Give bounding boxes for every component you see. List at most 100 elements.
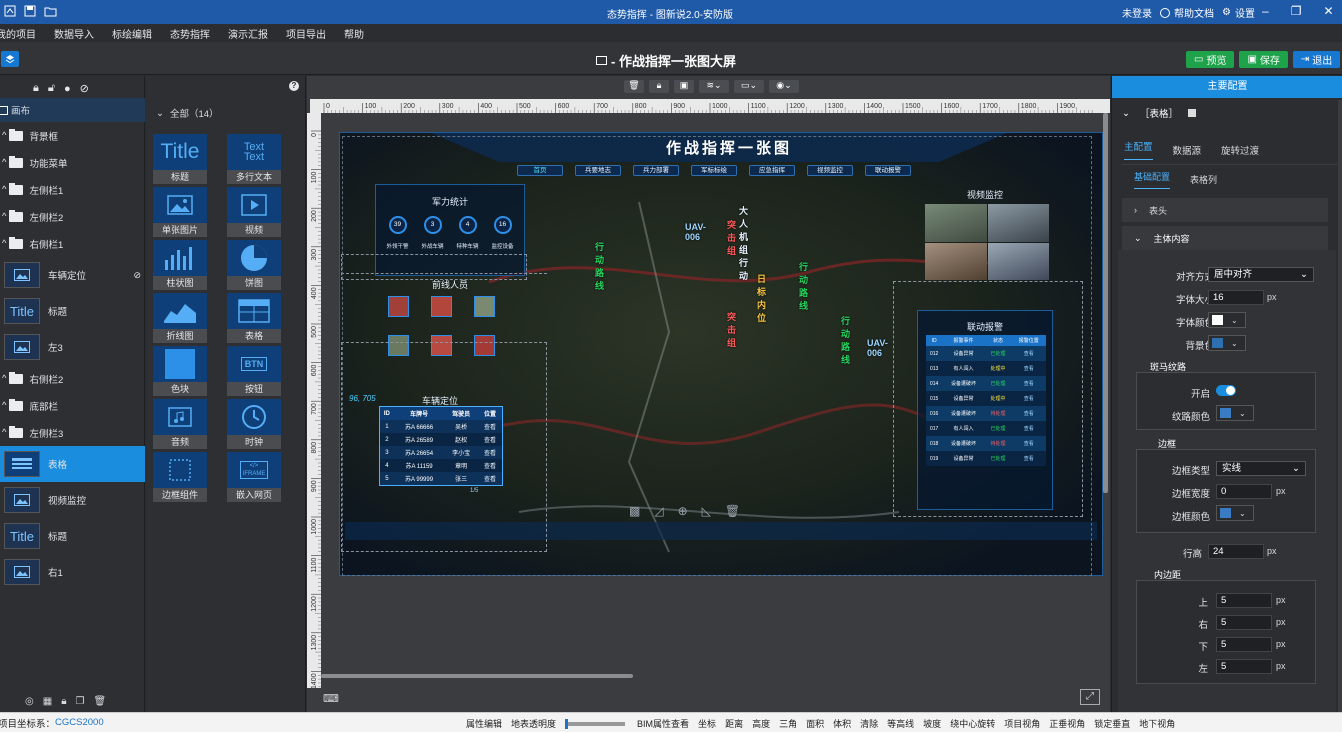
component-audio[interactable]: 音频 — [153, 399, 207, 449]
help-icon[interactable]: ? — [289, 81, 299, 91]
exit-button[interactable]: ⇥ 退出 — [1292, 51, 1341, 68]
padding-left-input[interactable]: 5 — [1216, 659, 1272, 674]
component-border[interactable]: 边框组件 — [153, 452, 207, 502]
tab-basic[interactable]: 基础配置 — [1134, 170, 1171, 189]
preview-button[interactable]: ▭ 预览 — [1186, 51, 1235, 68]
grid-add-icon[interactable]: ▦ — [43, 696, 52, 707]
border-type-select[interactable]: 实线 ⌄ — [1216, 461, 1306, 476]
tree-folder-menu[interactable]: ^ 功能菜单 — [0, 149, 145, 176]
layer-tool-icon[interactable]: ≋⌄ — [699, 80, 729, 93]
status-tool[interactable]: 三角 — [779, 717, 797, 730]
tree-folder-left1[interactable]: ^ 左侧栏1 — [0, 176, 145, 203]
save-icon[interactable] — [24, 5, 36, 17]
layer-table-selected[interactable]: 表格 — [0, 446, 145, 482]
border-color-picker[interactable]: ⌄ — [1216, 505, 1254, 521]
delete-tool-icon[interactable]: 🗑︎ — [624, 80, 644, 93]
menu-presentation[interactable]: 演示汇报 — [228, 26, 268, 41]
component-clock[interactable]: 时钟 — [227, 399, 281, 449]
layer-right1[interactable]: 右1 — [0, 554, 145, 590]
tree-folder-bottom[interactable]: ^ 底部栏 — [0, 392, 145, 419]
login-link[interactable]: 未登录 — [1122, 5, 1152, 20]
fit-screen-icon[interactable]: ⤢ — [1080, 689, 1100, 705]
menu-situation[interactable]: 态势指挥 — [170, 26, 210, 41]
close-button[interactable]: ✕ — [1323, 4, 1333, 18]
view-tool-icon[interactable]: ◉⌄ — [769, 80, 799, 93]
status-tool[interactable]: 属性编辑 — [466, 717, 502, 730]
tab-datasource[interactable]: 数据源 — [1173, 143, 1202, 157]
transparency-slider[interactable] — [565, 718, 626, 729]
component-image[interactable]: 单张图片 — [153, 187, 207, 237]
layers-icon[interactable] — [1, 51, 19, 67]
group-header[interactable]: › 表头 — [1122, 198, 1328, 222]
status-tool[interactable]: 项目视角 — [1004, 717, 1040, 730]
status-tool[interactable]: 坡度 — [923, 717, 941, 730]
status-tool[interactable]: 体积 — [833, 717, 851, 730]
panel-scrollbar[interactable] — [1338, 100, 1342, 712]
tree-root-canvas[interactable]: 画布 — [0, 98, 145, 122]
layer-left3[interactable]: 左3 — [0, 329, 145, 365]
component-iframe[interactable]: </> IFRAME 嵌入网页 — [227, 452, 281, 502]
status-tool[interactable]: 绕中心旋转 — [950, 717, 995, 730]
status-tool[interactable]: 等高线 — [887, 717, 914, 730]
padding-bottom-input[interactable]: 5 — [1216, 637, 1272, 652]
status-tool[interactable]: 距离 — [725, 717, 743, 730]
layer-video[interactable]: 视频监控 — [0, 482, 145, 518]
component-table[interactable]: 表格 — [227, 293, 281, 343]
status-tool[interactable]: 面积 — [806, 717, 824, 730]
component-filter[interactable]: ⌄ 全部（14） — [156, 106, 219, 121]
layer-vehicle[interactable]: 车辆定位 ⊘ — [0, 257, 145, 293]
component-pie-chart[interactable]: 饼图 — [227, 240, 281, 290]
status-tool[interactable]: 地下视角 — [1139, 717, 1175, 730]
component-text[interactable]: Text Text 多行文本 — [227, 134, 281, 184]
status-tool[interactable]: 清除 — [860, 717, 878, 730]
font-color-picker[interactable]: ⌄ — [1208, 312, 1246, 328]
trash-icon[interactable]: 🗑︎ — [93, 696, 106, 707]
font-size-input[interactable]: 16 — [1208, 290, 1264, 305]
status-tool[interactable]: 锁定垂直 — [1094, 717, 1130, 730]
lock-icon[interactable]: 🔒︎ — [61, 696, 66, 707]
unlock-icon[interactable]: 🔓︎ — [48, 82, 55, 95]
bg-color-picker[interactable]: ⌄ — [1208, 335, 1246, 351]
menu-data-import[interactable]: 数据导入 — [54, 26, 94, 41]
status-tool[interactable]: BIM属性查看 — [637, 717, 689, 730]
menu-plot-edit[interactable]: 标绘编辑 — [112, 26, 152, 41]
component-color-block[interactable]: 色块 — [153, 346, 207, 396]
layer-title[interactable]: Title 标题 — [0, 293, 145, 329]
tree-folder-left3[interactable]: ^ 左侧栏3 — [0, 419, 145, 446]
status-tool[interactable]: 高度 — [752, 717, 770, 730]
status-tool[interactable]: 正垂视角 — [1049, 717, 1085, 730]
stripe-toggle[interactable] — [1216, 385, 1236, 396]
eye-icon[interactable]: ● — [64, 83, 71, 95]
coord-system-value[interactable]: CGCS2000 — [55, 717, 104, 728]
layer-title-2[interactable]: Title 标题 — [0, 518, 145, 554]
copy-icon[interactable]: ❐ — [76, 696, 85, 707]
component-bar-chart[interactable]: 柱状图 — [153, 240, 207, 290]
tree-folder-right2[interactable]: ^ 右侧栏2 — [0, 365, 145, 392]
tree-folder-left2[interactable]: ^ 左侧栏2 — [0, 203, 145, 230]
tab-main-config[interactable]: 主要配置 — [1112, 76, 1342, 98]
maximize-button[interactable]: ❐ — [1291, 4, 1302, 18]
stripe-color-picker[interactable]: ⌄ — [1216, 405, 1254, 421]
menu-help[interactable]: 帮助 — [344, 26, 364, 41]
group-body[interactable]: ⌄ 主体内容 — [1122, 226, 1328, 250]
horizontal-scrollbar[interactable] — [321, 674, 633, 678]
tab-rotation[interactable]: 旋转过渡 — [1221, 143, 1259, 157]
component-button[interactable]: BTN 按钮 — [227, 346, 281, 396]
padding-right-input[interactable]: 5 — [1216, 615, 1272, 630]
lock-icon[interactable]: 🔒︎ — [33, 82, 39, 95]
location-icon[interactable]: ◎ — [25, 696, 34, 707]
save-button[interactable]: ▣ 保存 — [1239, 51, 1288, 68]
minimize-button[interactable]: – — [1262, 4, 1269, 18]
vertical-scrollbar[interactable] — [1103, 113, 1108, 493]
tree-folder-bg[interactable]: ^ 背景框 — [0, 122, 145, 149]
eye-off-icon[interactable]: ⊘ — [80, 82, 89, 95]
status-tool[interactable]: 地表透明度 — [511, 717, 556, 730]
component-line-chart[interactable]: 折线图 — [153, 293, 207, 343]
border-width-input[interactable]: 0 — [1216, 484, 1272, 499]
tab-columns[interactable]: 表格列 — [1190, 173, 1217, 186]
align-select[interactable]: 居中对齐 ⌄ — [1208, 267, 1314, 282]
line-height-input[interactable]: 24 — [1208, 544, 1264, 559]
hidden-eye-icon[interactable]: ⊘ — [133, 270, 141, 281]
lock-tool-icon[interactable]: 🔒︎ — [649, 80, 669, 93]
menu-my-project[interactable]: 我的项目 — [0, 26, 36, 41]
